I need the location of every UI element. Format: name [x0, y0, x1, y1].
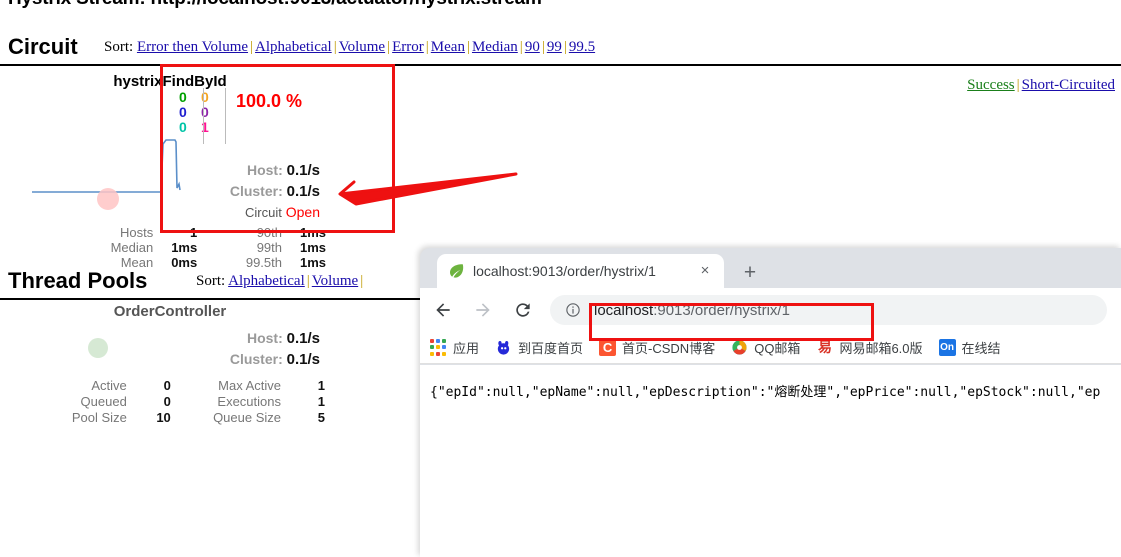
tp-cluster-rate: 0.1/s — [286, 351, 320, 368]
sort-link-median[interactable]: Median — [472, 39, 518, 55]
stat-key-hosts: Hosts — [119, 225, 154, 240]
sort-link-99-5[interactable]: 99.5 — [569, 39, 595, 55]
forward-button[interactable] — [466, 293, 500, 327]
tp-host-label: Host: — [246, 330, 283, 346]
threadpool-section-title: Thread Pools — [8, 268, 148, 293]
bookmark-online[interactable]: On 在线结 — [938, 338, 1001, 357]
circuit-volume-circle — [97, 188, 119, 210]
sort-link-volume[interactable]: Volume — [339, 39, 385, 55]
apps-grid-icon — [430, 339, 447, 356]
tp-val-queued: 0 — [163, 394, 171, 409]
new-tab-button[interactable]: + — [737, 260, 763, 286]
stat-val-995th: 1ms — [299, 255, 326, 270]
tp-key-pool-size: Pool Size — [71, 410, 127, 425]
tp-val-max-active: 1 — [317, 378, 325, 393]
arrow-right-icon — [476, 303, 490, 317]
bookmark-label: 应用 — [453, 341, 480, 356]
back-button[interactable] — [426, 293, 460, 327]
bookmark-label: 到百度首页 — [518, 341, 584, 356]
tp-cluster-label: Cluster: — [229, 351, 283, 367]
netease-icon: 易 — [817, 339, 832, 355]
stat-val-99th: 1ms — [299, 240, 326, 255]
annotation-arrow-icon — [338, 172, 518, 206]
arrow-left-icon — [436, 303, 450, 317]
tp-key-max-active: Max Active — [218, 378, 281, 393]
reload-icon — [516, 303, 530, 317]
tp-key-queue-size: Queue Size — [213, 410, 281, 425]
threadpool-sort-bar: Sort: Alphabetical | Volume | — [196, 273, 364, 289]
browser-tabstrip: localhost:9013/order/hystrix/1 × + — [420, 248, 1121, 288]
baidu-icon — [497, 340, 510, 355]
spring-leaf-icon — [450, 264, 464, 278]
reload-button[interactable] — [506, 293, 540, 327]
threadpool-volume-circle — [88, 338, 108, 358]
circuit-legend: Success | Short-Circuited — [967, 77, 1115, 93]
csdn-icon: C — [599, 339, 617, 356]
circuit-section-title: Circuit — [8, 34, 78, 59]
tp-host-rate-row: Host: 0.1/s — [140, 328, 320, 349]
tp-val-active: 0 — [163, 378, 171, 393]
tp-sort-link-alphabetical[interactable]: Alphabetical — [228, 273, 305, 289]
threadpool-card-name: OrderController — [113, 303, 227, 320]
sort-link-99[interactable]: 99 — [547, 39, 562, 55]
circuit-sort-bar: Sort: Error then Volume | Alphabetical | Vol… — [104, 39, 596, 55]
tp-key-queued: Queued — [80, 394, 127, 409]
sort-link-alphabetical[interactable]: Alphabetical — [255, 39, 332, 55]
stat-val-mean: 0ms — [171, 255, 198, 270]
tp-val-pool-size: 10 — [156, 410, 171, 425]
stat-key-99th: 99th — [256, 240, 282, 255]
tp-sort-link-volume[interactable]: Volume — [312, 273, 358, 289]
legend-short-circuited[interactable]: Short-Circuited — [1022, 77, 1115, 93]
json-response-text: {"epId":null,"epName":null,"epDescriptio… — [430, 385, 1101, 400]
threadpool-stats: Active 0 Max Active 1 Queued 0 Execution… — [40, 378, 330, 426]
stat-key-median: Median — [110, 240, 154, 255]
table-row: Median 1ms 99th 1ms — [60, 240, 330, 255]
bookmark-label: 在线结 — [961, 341, 1001, 356]
sort-link-error[interactable]: Error — [392, 39, 424, 55]
annotation-box-url — [589, 303, 874, 341]
close-icon[interactable]: × — [696, 262, 714, 280]
tp-key-active: Active — [91, 378, 127, 393]
chrome-browser-window: localhost:9013/order/hystrix/1 × + local… — [420, 248, 1121, 557]
stream-title: Hystrix Stream: http://localhost:9013/ac… — [8, 0, 542, 10]
tp-val-queue-size: 5 — [317, 410, 325, 425]
bookmark-baidu[interactable]: 到百度首页 — [495, 338, 583, 357]
circuit-section-header: Circuit Sort: Error then Volume | Alphabet… — [0, 34, 1121, 93]
threadpool-rates: Host: 0.1/s Cluster: 0.1/s — [140, 328, 320, 370]
tp-host-rate: 0.1/s — [286, 330, 320, 347]
sort-link-90[interactable]: 90 — [525, 39, 540, 55]
sort-link-mean[interactable]: Mean — [431, 39, 465, 55]
stat-key-995th: 99.5th — [245, 255, 282, 270]
tp-val-executions: 1 — [317, 394, 325, 409]
table-row: Active 0 Max Active 1 — [40, 378, 330, 394]
stat-val-median: 1ms — [171, 240, 198, 255]
table-row: Pool Size 10 Queue Size 5 — [40, 410, 330, 426]
info-circle-icon[interactable] — [564, 302, 582, 318]
page-content: {"epId":null,"epName":null,"epDescriptio… — [420, 365, 1121, 557]
qqmail-icon — [732, 340, 747, 355]
bookmark-apps[interactable]: 应用 — [430, 338, 479, 357]
on-icon: On — [938, 339, 956, 356]
threadpool-sort-label: Sort: — [196, 273, 226, 289]
tp-key-executions: Executions — [217, 394, 281, 409]
browser-tab[interactable]: localhost:9013/order/hystrix/1 × — [437, 254, 724, 288]
tp-cluster-rate-row: Cluster: 0.1/s — [140, 349, 320, 370]
circuit-sort-label: Sort: — [104, 39, 134, 55]
legend-success[interactable]: Success — [967, 77, 1015, 93]
sort-link-error-then-volume[interactable]: Error then Volume — [137, 39, 248, 55]
table-row: Queued 0 Executions 1 — [40, 394, 330, 410]
browser-tab-title: localhost:9013/order/hystrix/1 — [473, 263, 656, 279]
